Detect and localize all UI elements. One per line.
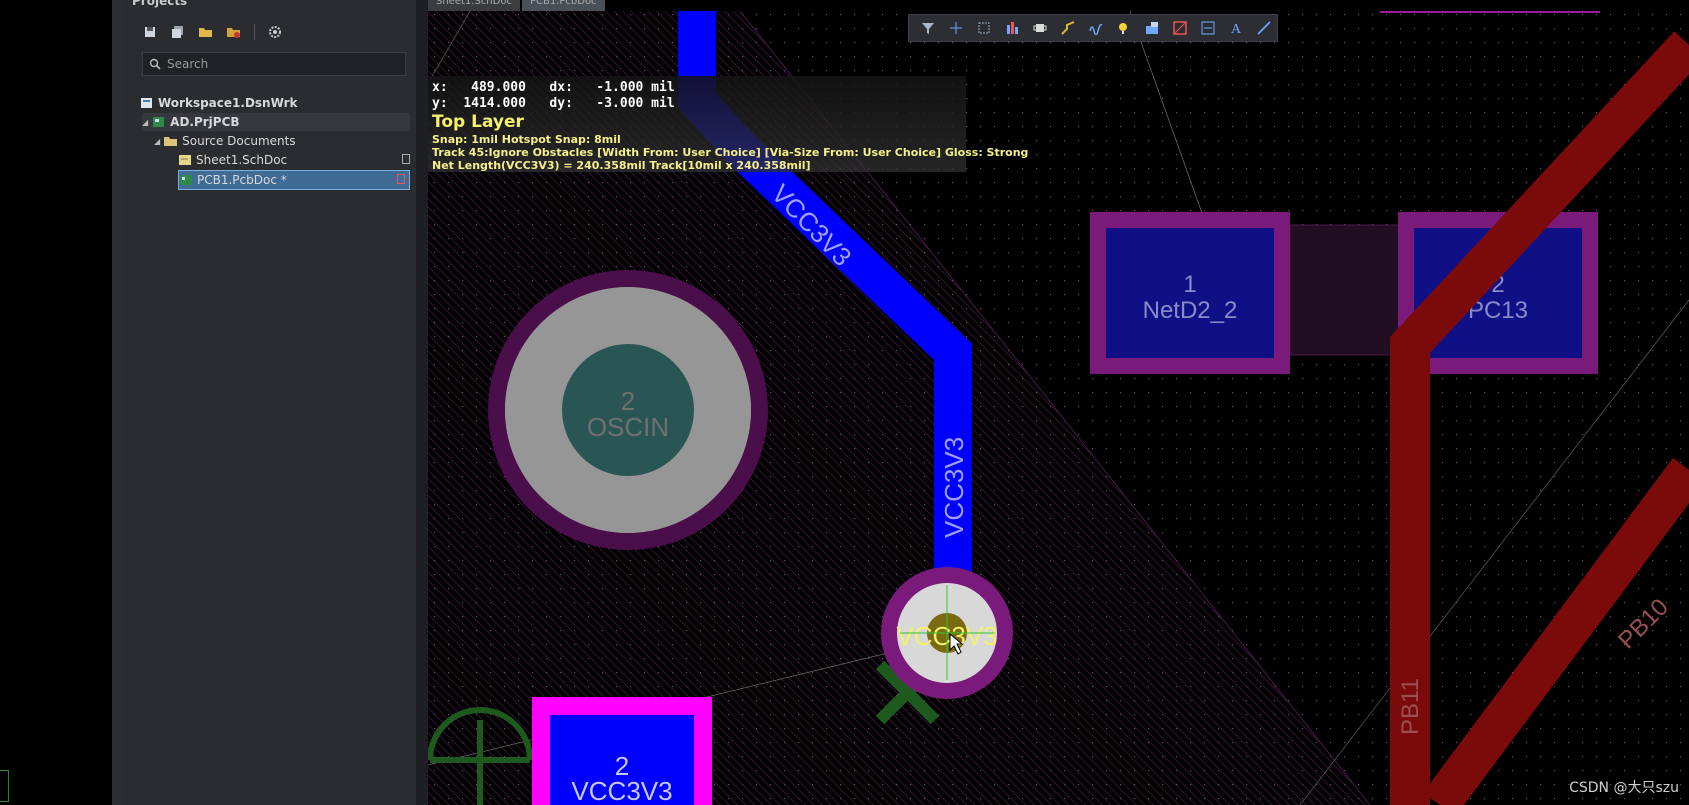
via-vcc3v3[interactable]: VCC3V3 [881, 567, 1013, 699]
component-icon[interactable] [1029, 17, 1051, 39]
folder-icon [164, 137, 178, 146]
search-placeholder: Search [167, 57, 209, 71]
hud-dx-value: -1.000 mil [596, 80, 675, 95]
hud-dy-label: dy: [549, 96, 573, 111]
left-strip [0, 0, 124, 805]
tree-item-project[interactable]: ◢ AD.PrjPCB [142, 113, 410, 131]
heads-up-display: x: 489.000 dx: -1.000 mil y: 1414.000 dy… [428, 76, 1028, 172]
save-icon[interactable] [140, 22, 160, 42]
pcb-doc-icon [180, 175, 192, 185]
panel-toolbar [140, 22, 285, 42]
filter-icon[interactable] [917, 17, 939, 39]
route-icon[interactable] [1057, 17, 1079, 39]
keepout-icon[interactable] [1169, 17, 1191, 39]
hud-x-label: x: [432, 80, 448, 95]
hud-y-value: 1414.000 [463, 96, 526, 111]
hud-x-line: x: 489.000 dx: -1.000 mil [432, 80, 675, 95]
open-folder-icon[interactable] [196, 22, 216, 42]
workspace-icon [141, 98, 152, 108]
collapse-arrow-icon[interactable]: ◢ [154, 137, 160, 146]
pad-vcc3v3[interactable]: 2 VCC3V3 [532, 697, 712, 805]
search-icon [149, 58, 161, 70]
line-icon[interactable] [1253, 17, 1275, 39]
save-all-icon[interactable] [168, 22, 188, 42]
text-icon[interactable]: A [1225, 17, 1247, 39]
tab-pcb1[interactable]: PCB1.PcbDoc [521, 0, 605, 11]
hud-current-layer: Top Layer [432, 112, 524, 132]
tree-item-schdoc[interactable]: Sheet1.SchDoc [178, 151, 414, 169]
hud-x-value: 489.000 [471, 80, 526, 95]
panel-divider[interactable] [416, 0, 428, 805]
via-icon[interactable] [1113, 17, 1135, 39]
folder-icon[interactable] [224, 22, 244, 42]
hud-y-label: y: [432, 96, 448, 111]
hud-y-line: y: 1414.000 dy: -3.000 mil [432, 96, 675, 111]
tab-sheet1[interactable]: Sheet1.SchDoc [428, 0, 520, 11]
track-label-2: VCC3V3 [939, 437, 969, 538]
toolbar-separator [254, 24, 255, 40]
hud-track-mode: Track 45:Ignore Obstacles [Width From: U… [432, 146, 1029, 159]
dimension-icon[interactable] [1197, 17, 1219, 39]
hud-snap: Snap: 1mil Hotspot Snap: 8mil [432, 133, 621, 146]
search-input[interactable]: Search [142, 52, 406, 76]
tree-item-workspace[interactable]: Workspace1.DsnWrk [140, 94, 298, 112]
schdoc-label: Sheet1.SchDoc [196, 153, 288, 167]
schematic-doc-icon [179, 155, 191, 165]
pcbdoc-label: PCB1.PcbDoc * [197, 173, 287, 187]
active-bar-toolbar: A [908, 14, 1278, 42]
watermark: CSDN @大只szu [1569, 780, 1679, 796]
left-strip-edge [112, 0, 124, 805]
svg-text:A: A [1231, 22, 1242, 35]
left-marker [0, 770, 9, 802]
pcb-project-icon [153, 117, 165, 127]
hud-dy-value: -3.000 mil [596, 96, 675, 111]
workspace-label: Workspace1.DsnWrk [158, 96, 298, 110]
document-badge-icon [402, 154, 410, 164]
gear-icon[interactable] [265, 22, 285, 42]
project-label: AD.PrjPCB [170, 115, 240, 129]
pad-vcc-net: VCC3V3 [571, 776, 672, 805]
modified-badge-icon [397, 174, 405, 184]
document-tabs: Sheet1.SchDoc PCB1.PcbDoc [428, 0, 605, 11]
hud-net-length: Net Length(VCC3V3) = 240.358mil Track[10… [432, 159, 811, 172]
select-rect-icon[interactable] [973, 17, 995, 39]
tune-icon[interactable] [1085, 17, 1107, 39]
panel-title: Projects [132, 0, 188, 8]
polygon-icon[interactable] [1141, 17, 1163, 39]
hud-dx-label: dx: [549, 80, 573, 95]
align-icon[interactable] [1001, 17, 1023, 39]
collapse-arrow-icon[interactable]: ◢ [142, 118, 148, 127]
tree-item-source-documents[interactable]: ◢ Source Documents [154, 132, 296, 150]
tree-item-pcbdoc[interactable]: PCB1.PcbDoc * [178, 170, 410, 190]
folder-label: Source Documents [182, 134, 296, 148]
crosshair-icon[interactable] [945, 17, 967, 39]
